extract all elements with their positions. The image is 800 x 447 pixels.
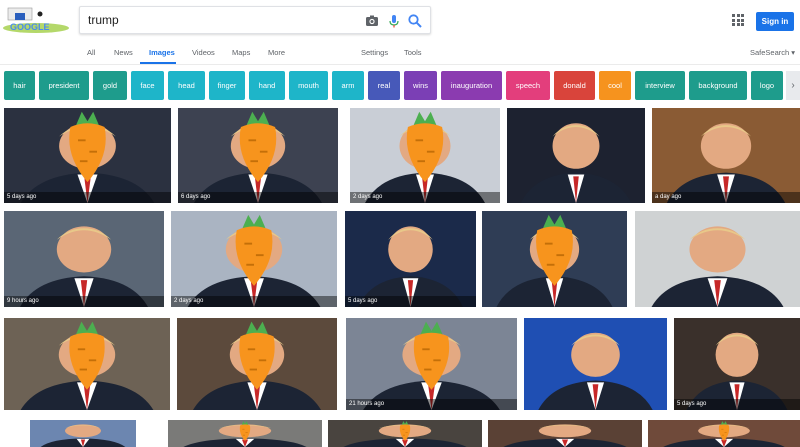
image-age-label: 21 hours ago (346, 399, 517, 410)
chip-speech[interactable]: speech (506, 71, 550, 100)
image-result[interactable]: 6 days ago (178, 108, 338, 203)
image-result[interactable]: 5 days ago (4, 108, 171, 203)
image-age-label: a day ago (652, 192, 800, 203)
carrot-icon (239, 321, 275, 390)
carrot-icon (413, 321, 450, 390)
person-figure (40, 424, 126, 447)
image-age-label: 5 days ago (4, 192, 171, 203)
image-result[interactable] (328, 420, 482, 447)
carrot-icon (406, 111, 444, 183)
google-doodle-logo[interactable]: GOOGLE (2, 6, 70, 34)
carrot-icon (69, 321, 105, 390)
apps-grid-icon[interactable] (732, 14, 744, 26)
search-input[interactable] (88, 11, 348, 29)
carrot-icon (536, 214, 573, 286)
chip-donald[interactable]: donald (554, 71, 595, 100)
person-figure (651, 226, 784, 307)
carrot-icon (69, 111, 106, 183)
image-result[interactable] (4, 318, 170, 410)
tab-more[interactable]: More (268, 48, 285, 57)
chip-cool[interactable]: cool (599, 71, 631, 100)
search-tabs: All News Images Videos Maps More Setting… (0, 44, 800, 66)
chip-logo[interactable]: logo (751, 71, 783, 100)
chevron-right-icon[interactable]: › (786, 71, 800, 100)
chip-face[interactable]: face (131, 71, 164, 100)
tab-videos[interactable]: Videos (192, 48, 215, 57)
image-result[interactable] (30, 420, 136, 447)
image-age-label: 5 days ago (674, 399, 800, 410)
image-age-label: 2 days ago (350, 192, 500, 203)
tab-images[interactable]: Images (149, 48, 175, 57)
camera-icon[interactable] (364, 13, 380, 29)
image-result[interactable]: 2 days ago (171, 211, 337, 307)
search-icon[interactable] (407, 13, 423, 29)
image-result[interactable]: a day ago (652, 108, 800, 203)
image-result[interactable] (482, 211, 627, 307)
image-result[interactable] (635, 211, 800, 307)
chip-arm[interactable]: arm (332, 71, 364, 100)
person-figure (538, 332, 653, 410)
related-chips-bar: hair president gold face head finger han… (0, 71, 800, 101)
tabs-divider (0, 64, 800, 65)
chip-wins[interactable]: wins (404, 71, 437, 100)
person-figure (686, 332, 788, 410)
person-figure (358, 226, 463, 307)
image-result[interactable] (168, 420, 322, 447)
chip-gold[interactable]: gold (93, 71, 127, 100)
image-result[interactable] (648, 420, 800, 447)
chip-head[interactable]: head (168, 71, 205, 100)
image-result[interactable] (488, 420, 642, 447)
chip-hair[interactable]: hair (4, 71, 35, 100)
person-figure (520, 123, 632, 203)
image-result[interactable] (177, 318, 337, 410)
image-result[interactable]: 21 hours ago (346, 318, 517, 410)
chip-finger[interactable]: finger (209, 71, 245, 100)
image-result[interactable]: 5 days ago (345, 211, 476, 307)
chip-inauguration[interactable]: inauguration (441, 71, 502, 100)
chip-real[interactable]: real (368, 71, 400, 100)
microphone-icon[interactable] (386, 13, 402, 29)
chip-hand[interactable]: hand (249, 71, 285, 100)
image-result[interactable] (507, 108, 645, 203)
carrot-icon (239, 111, 277, 183)
tab-tools[interactable]: Tools (404, 48, 422, 57)
tab-maps[interactable]: Maps (232, 48, 250, 57)
person-figure (503, 424, 627, 447)
chip-president[interactable]: president (39, 71, 89, 100)
logo-text: GOOGLE (10, 22, 50, 32)
sign-in-button[interactable]: Sign in (756, 12, 794, 31)
tab-settings[interactable]: Settings (361, 48, 388, 57)
person-figure (20, 226, 148, 307)
chip-mouth[interactable]: mouth (289, 71, 328, 100)
image-age-label: 5 days ago (345, 296, 476, 307)
search-box (79, 6, 431, 34)
safesearch-dropdown[interactable]: SafeSearch ▾ (750, 48, 795, 57)
tab-news[interactable]: News (114, 48, 133, 57)
image-age-label: 9 hours ago (4, 296, 164, 307)
carrot-icon (235, 214, 273, 286)
carrot-icon (239, 421, 251, 442)
image-result[interactable]: 9 hours ago (4, 211, 164, 307)
image-result[interactable] (524, 318, 667, 410)
image-result[interactable]: 2 days ago (350, 108, 500, 203)
carrot-icon (399, 421, 411, 442)
carrot-icon (718, 421, 730, 442)
person-figure (666, 123, 786, 203)
chip-background[interactable]: background (689, 71, 747, 100)
image-age-label: 2 days ago (171, 296, 337, 307)
chip-interview[interactable]: interview (635, 71, 685, 100)
image-age-label: 6 days ago (178, 192, 338, 203)
image-result[interactable]: 5 days ago (674, 318, 800, 410)
tab-all[interactable]: All (87, 48, 95, 57)
